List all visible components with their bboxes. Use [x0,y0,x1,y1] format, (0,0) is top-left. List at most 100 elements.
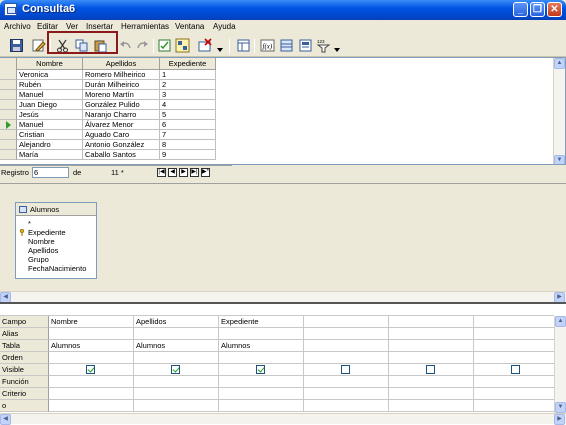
criteria-cell[interactable] [389,388,474,400]
criteria-cell[interactable] [219,376,304,388]
table-field[interactable]: FechaNacimiento [28,264,86,273]
table-cell[interactable]: María [17,150,83,160]
row-header[interactable] [0,100,17,110]
table-cell[interactable]: 4 [160,100,216,110]
menu-editar[interactable]: Editar [37,22,58,31]
table-cell[interactable]: Juan Diego [17,100,83,110]
table-cell[interactable]: Manuel [17,90,83,100]
table-cell[interactable]: Romero Milheirico [83,70,160,80]
table-cell[interactable]: Durán Milheirico [83,80,160,90]
criteria-cell[interactable] [134,328,219,340]
record-number-input[interactable]: 6 [32,167,69,178]
criteria-cell[interactable] [304,376,389,388]
table-cell[interactable]: Cristian [17,130,83,140]
table-cell[interactable]: Caballo Santos [83,150,160,160]
distinct-icon[interactable]: 123 [316,38,331,53]
visible-cell[interactable] [474,364,559,376]
table-row[interactable]: Veronica Romero Milheirico 1 [0,70,216,80]
criteria-cell[interactable] [219,352,304,364]
menu-ventana[interactable]: Ventana [175,22,204,31]
criteria-cell[interactable] [134,376,219,388]
table-cell[interactable]: Álvarez Menor [83,120,160,130]
redo-icon[interactable] [135,38,150,53]
edit-icon[interactable] [31,38,46,53]
criteria-cell[interactable] [49,376,134,388]
menu-insertar[interactable]: Insertar [86,22,113,31]
save-icon[interactable] [9,38,24,53]
visible-cell[interactable] [304,364,389,376]
table-cell[interactable]: 1 [160,70,216,80]
criteria-cell[interactable] [304,328,389,340]
menu-ayuda[interactable]: Ayuda [213,22,236,31]
table-cell[interactable]: Aguado Caro [83,130,160,140]
table-cell[interactable]: Moreno Martín [83,90,160,100]
table-cell[interactable]: 5 [160,110,216,120]
next-record-icon[interactable]: ▶ [179,168,188,177]
table-cell[interactable]: 7 [160,130,216,140]
criteria-cell[interactable] [474,400,559,412]
delete-table-icon[interactable] [197,38,212,53]
table-names-icon[interactable] [279,38,294,53]
criteria-cell[interactable] [49,352,134,364]
table-row[interactable]: Manuel Moreno Martín 3 [0,90,216,100]
table-field[interactable]: Grupo [28,255,49,264]
criteria-cell[interactable] [219,328,304,340]
table-field[interactable]: Apellidos [28,246,58,255]
criteria-cell[interactable] [389,352,474,364]
field-cell[interactable] [474,316,559,328]
scroll-up-icon[interactable]: ▲ [555,316,566,327]
column-header[interactable]: Nombre [17,58,83,70]
scroll-left-icon[interactable]: ◀ [0,414,11,425]
table-cell[interactable]: Naranjo Charro [83,110,160,120]
table-cell[interactable]: 6 [160,120,216,130]
alias-icon[interactable] [298,38,313,53]
visible-checkbox[interactable] [171,365,180,374]
visible-cell[interactable] [134,364,219,376]
visible-cell[interactable] [49,364,134,376]
criteria-cell[interactable] [49,328,134,340]
minimize-button[interactable]: _ [513,2,528,17]
visible-checkbox[interactable] [511,365,520,374]
table-window-alumnos[interactable]: Alumnos * Expediente Nombre Apellidos Grupo F… [15,202,97,279]
menu-ver[interactable]: Ver [66,22,78,31]
row-header[interactable] [0,70,17,80]
table-cell[interactable]: Manuel [17,120,83,130]
criteria-cell[interactable] [474,388,559,400]
table-cell[interactable]: Rubén [17,80,83,90]
table-icon[interactable] [236,38,251,53]
table-row[interactable]: Jesús Naranjo Charro 5 [0,110,216,120]
menu-herramientas[interactable]: Herramientas [121,22,169,31]
criteria-cell[interactable] [304,388,389,400]
previous-record-icon[interactable]: ◀ [168,168,177,177]
criteria-cell[interactable] [474,352,559,364]
functions-icon[interactable]: f(x) [260,38,275,53]
table-row[interactable]: Alejandro Antonio González 8 [0,140,216,150]
table-row[interactable]: Cristian Aguado Caro 7 [0,130,216,140]
row-header[interactable] [0,110,17,120]
scroll-down-icon[interactable]: ▼ [555,402,566,413]
field-cell[interactable]: Nombre [49,316,134,328]
table-name-cell[interactable] [304,340,389,352]
column-header[interactable]: Apellidos [83,58,160,70]
table-cell[interactable]: 8 [160,140,216,150]
criteria-cell[interactable] [49,388,134,400]
scroll-right-icon[interactable]: ▶ [554,414,565,425]
last-record-icon[interactable]: ▶| [190,168,199,177]
table-field[interactable]: * [28,219,31,228]
table-row[interactable]: María Caballo Santos 9 [0,150,216,160]
scroll-up-icon[interactable]: ▲ [554,58,565,69]
row-header[interactable] [0,80,17,90]
table-design-area[interactable]: Alumnos * Expediente Nombre Apellidos Grupo F… [0,183,566,303]
scroll-down-icon[interactable]: ▼ [554,155,565,164]
field-cell[interactable] [304,316,389,328]
visible-checkbox[interactable] [86,365,95,374]
table-name-cell[interactable] [389,340,474,352]
criteria-cell[interactable] [49,400,134,412]
row-header[interactable] [0,140,17,150]
criteria-vscrollbar[interactable]: ▲ ▼ [554,316,566,413]
criteria-hscrollbar[interactable]: ◀ ▶ [0,413,566,425]
visible-checkbox[interactable] [256,365,265,374]
criteria-cell[interactable] [304,400,389,412]
table-field[interactable]: Expediente [28,228,66,237]
table-name-cell[interactable]: Alumnos [134,340,219,352]
